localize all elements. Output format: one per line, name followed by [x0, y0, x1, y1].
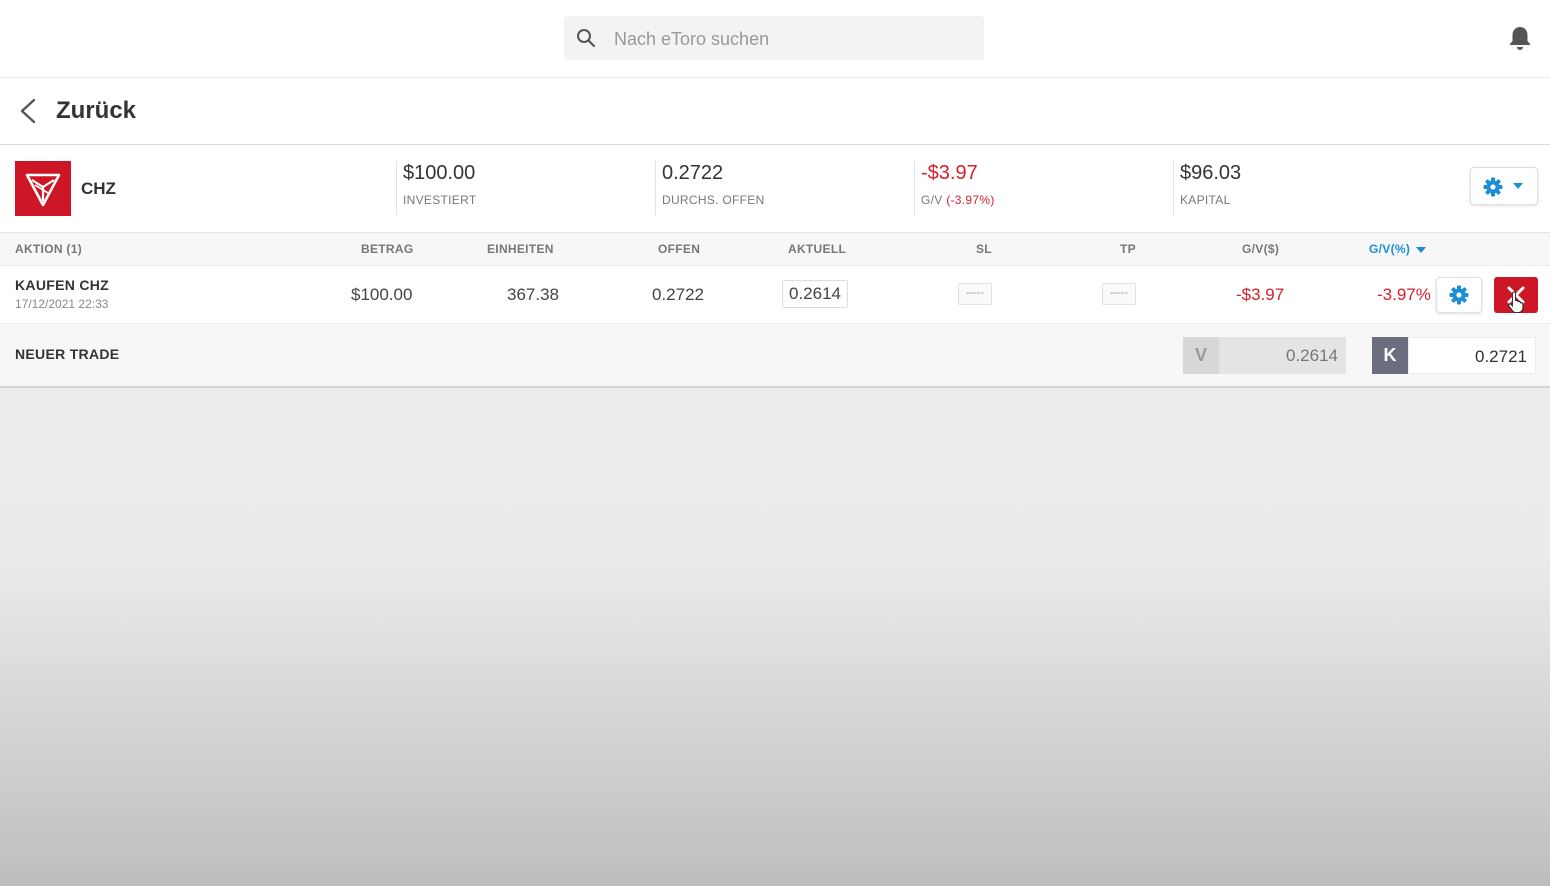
close-trade-button[interactable] — [1494, 277, 1538, 313]
row-date: 17/12/2021 22:33 — [15, 297, 109, 311]
buy-price-button[interactable]: 0.2721 — [1408, 337, 1536, 374]
header-action: AKTION (1) — [15, 242, 82, 256]
positions-table-header: AKTION (1) BETRAG EINHEITEN OFFEN AKTUEL… — [0, 233, 1550, 266]
header-pnl-pct[interactable]: G/V(%) — [1369, 242, 1426, 256]
settings-dropdown-button[interactable] — [1470, 167, 1538, 205]
invested-value: $100.00 — [403, 162, 476, 184]
ticker-symbol: CHZ — [81, 179, 116, 198]
invested-label: INVESTIERT — [403, 193, 477, 207]
search-icon — [577, 29, 596, 48]
empty-content-area — [0, 388, 1550, 886]
back-bar: Zurück — [0, 78, 1550, 145]
search-input[interactable] — [612, 16, 976, 62]
back-chevron-icon[interactable] — [16, 96, 38, 126]
pnl-percent: (-3.97%) — [946, 193, 995, 207]
row-amount: $100.00 — [351, 285, 413, 304]
row-sl[interactable]: ----- — [958, 283, 992, 305]
edit-trade-button[interactable] — [1436, 277, 1482, 313]
header-sl[interactable]: SL — [976, 242, 992, 256]
buy-tag[interactable]: K — [1372, 337, 1408, 374]
back-label[interactable]: Zurück — [56, 96, 136, 126]
caret-down-icon — [1513, 183, 1523, 189]
sell-tag[interactable]: V — [1183, 337, 1219, 374]
gear-icon — [1449, 285, 1469, 305]
avg-open-value: 0.2722 — [662, 162, 724, 184]
gear-icon — [1483, 177, 1503, 197]
header-current[interactable]: AKTUELL — [788, 242, 846, 256]
header-open[interactable]: OFFEN — [658, 242, 700, 256]
new-trade-label: NEUER TRADE — [15, 346, 120, 362]
stat-equity: $96.03 KAPITAL — [1173, 161, 1241, 215]
header-pnl-pct-label: G/V(%) — [1369, 242, 1411, 256]
row-pnl-pct: -3.97% — [1377, 285, 1431, 304]
bell-icon[interactable] — [1506, 24, 1534, 52]
pnl-label-wrap: G/V (-3.97%) — [921, 193, 995, 207]
pnl-label: G/V — [921, 193, 943, 207]
table-row[interactable]: KAUFEN CHZ 17/12/2021 22:33 $100.00 367.… — [0, 266, 1550, 324]
row-action: KAUFEN CHZ — [15, 277, 109, 293]
equity-value: $96.03 — [1180, 162, 1242, 184]
row-current: 0.2614 — [782, 280, 848, 308]
header-units[interactable]: EINHEITEN — [487, 242, 554, 256]
chz-logo — [15, 161, 71, 216]
position-summary: CHZ $100.00 INVESTIERT 0.2722 DURCHS. OF… — [0, 145, 1550, 233]
new-trade-row: NEUER TRADE V 0.2614 K 0.2721 — [0, 324, 1550, 388]
header-amount[interactable]: BETRAG — [361, 242, 413, 256]
row-pnl-usd: -$3.97 — [1236, 285, 1285, 304]
sort-caret-icon — [1415, 247, 1426, 253]
row-tp[interactable]: ----- — [1102, 283, 1136, 305]
header-pnl-usd[interactable]: G/V($) — [1242, 242, 1279, 256]
header-tp[interactable]: TP — [1120, 242, 1136, 256]
stat-invested: $100.00 INVESTIERT — [396, 161, 476, 215]
row-units: 367.38 — [507, 285, 559, 304]
avg-open-label: DURCHS. OFFEN — [662, 193, 765, 207]
sell-price-button[interactable]: 0.2614 — [1219, 337, 1346, 374]
pnl-value: -$3.97 — [921, 162, 978, 184]
stat-avg-open: 0.2722 DURCHS. OFFEN — [655, 161, 765, 215]
top-bar — [0, 0, 1550, 78]
search-box[interactable] — [564, 16, 984, 62]
cursor-icon — [1508, 291, 1524, 313]
equity-label: KAPITAL — [1180, 193, 1231, 207]
row-open: 0.2722 — [652, 285, 704, 304]
stat-pnl: -$3.97 G/V (-3.97%) — [914, 161, 995, 215]
